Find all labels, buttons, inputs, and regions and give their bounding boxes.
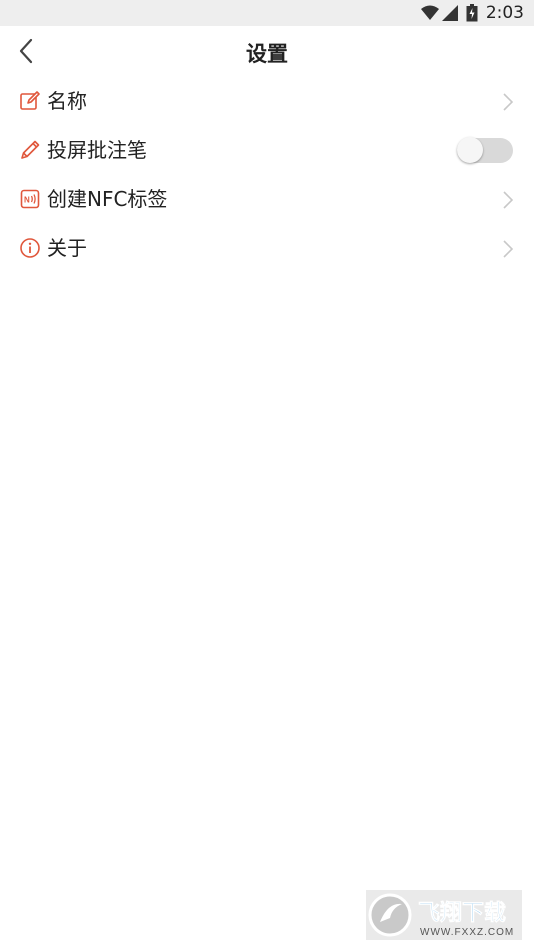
settings-item-name[interactable]: 名称 [0,77,534,126]
chevron-right-icon [503,191,514,209]
nfc-icon: N [20,189,40,209]
settings-item-label: 创建NFC标签 [47,187,168,211]
pencil-icon [21,140,40,159]
wifi-icon [420,5,439,20]
status-bar: 2:03 [0,0,534,26]
status-icons: 2:03 [420,3,524,23]
toggle-knob [457,137,483,163]
watermark-logo: 飞翔下载 WWW.FXXZ.COM [366,890,522,940]
watermark-name: 飞翔下载 [418,900,506,925]
app-bar: 设置 [0,26,534,78]
edit-icon [20,91,40,110]
status-time: 2:03 [485,3,524,23]
chevron-right-icon [503,93,514,111]
watermark-url: WWW.FXXZ.COM [420,927,514,938]
settings-item-create-nfc-tag[interactable]: N 创建NFC标签 [0,175,534,224]
chevron-right-icon [503,240,514,258]
settings-item-label: 投屏批注笔 [47,138,147,162]
settings-list: 名称 投屏批注笔 N 创建NFC标签 关于 [0,77,534,273]
svg-text:N: N [24,196,30,205]
annotation-pen-toggle[interactable] [457,137,513,163]
page-title: 设置 [246,42,288,66]
settings-item-label: 关于 [47,236,87,260]
settings-item-about[interactable]: 关于 [0,224,534,273]
settings-item-annotation-pen: 投屏批注笔 [0,126,534,175]
info-icon [20,238,40,258]
signal-icon [441,5,458,21]
battery-icon [466,4,478,22]
settings-item-label: 名称 [47,89,87,113]
